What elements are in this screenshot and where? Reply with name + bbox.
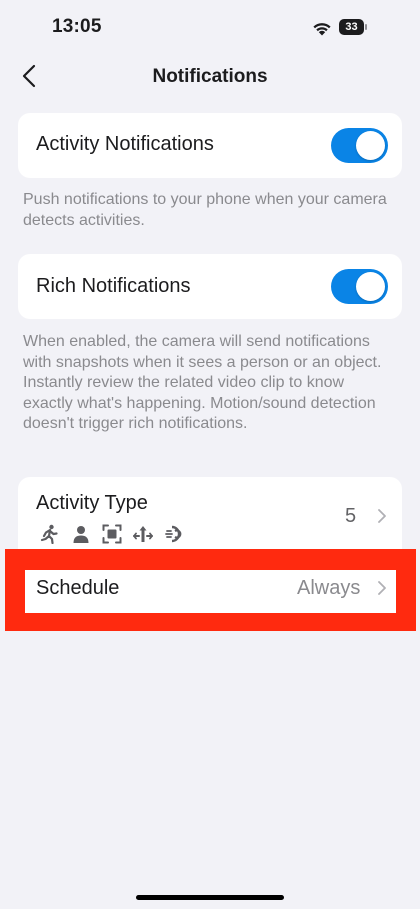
schedule-label: Schedule (36, 577, 120, 599)
schedule-value: Always (297, 577, 361, 599)
rich-notifications-toggle[interactable] (331, 269, 388, 304)
activity-notifications-toggle[interactable] (331, 128, 388, 163)
rich-notifications-row: Rich Notifications (18, 254, 402, 319)
status-time: 13:05 (52, 16, 102, 37)
running-person-icon (40, 524, 58, 544)
toggle-knob (356, 272, 385, 301)
schedule-row[interactable]: Schedule Always (25, 570, 396, 613)
activity-type-count: 5 (345, 505, 357, 527)
page-title: Notifications (152, 66, 268, 87)
person-icon (73, 526, 89, 543)
sound-waves-icon (165, 525, 182, 543)
activity-notifications-row: Activity Notifications (18, 113, 402, 178)
rich-notifications-label: Rich Notifications (36, 275, 191, 297)
activity-notifications-description: Push notifications to your phone when yo… (23, 191, 387, 229)
battery-level: 33 (345, 21, 358, 33)
motion-arrows-icon (133, 526, 153, 542)
home-indicator[interactable] (136, 895, 284, 900)
object-frame-icon (102, 524, 122, 544)
chevron-right-icon (378, 581, 386, 595)
chevron-right-icon (378, 509, 386, 523)
activity-type-label: Activity Type (36, 492, 148, 514)
battery-icon: 33 (339, 19, 368, 35)
wifi-icon (313, 23, 331, 36)
activity-notifications-label: Activity Notifications (36, 133, 214, 155)
toggle-knob (356, 131, 385, 160)
rich-notifications-description: When enabled, the camera will send notif… (23, 333, 382, 432)
